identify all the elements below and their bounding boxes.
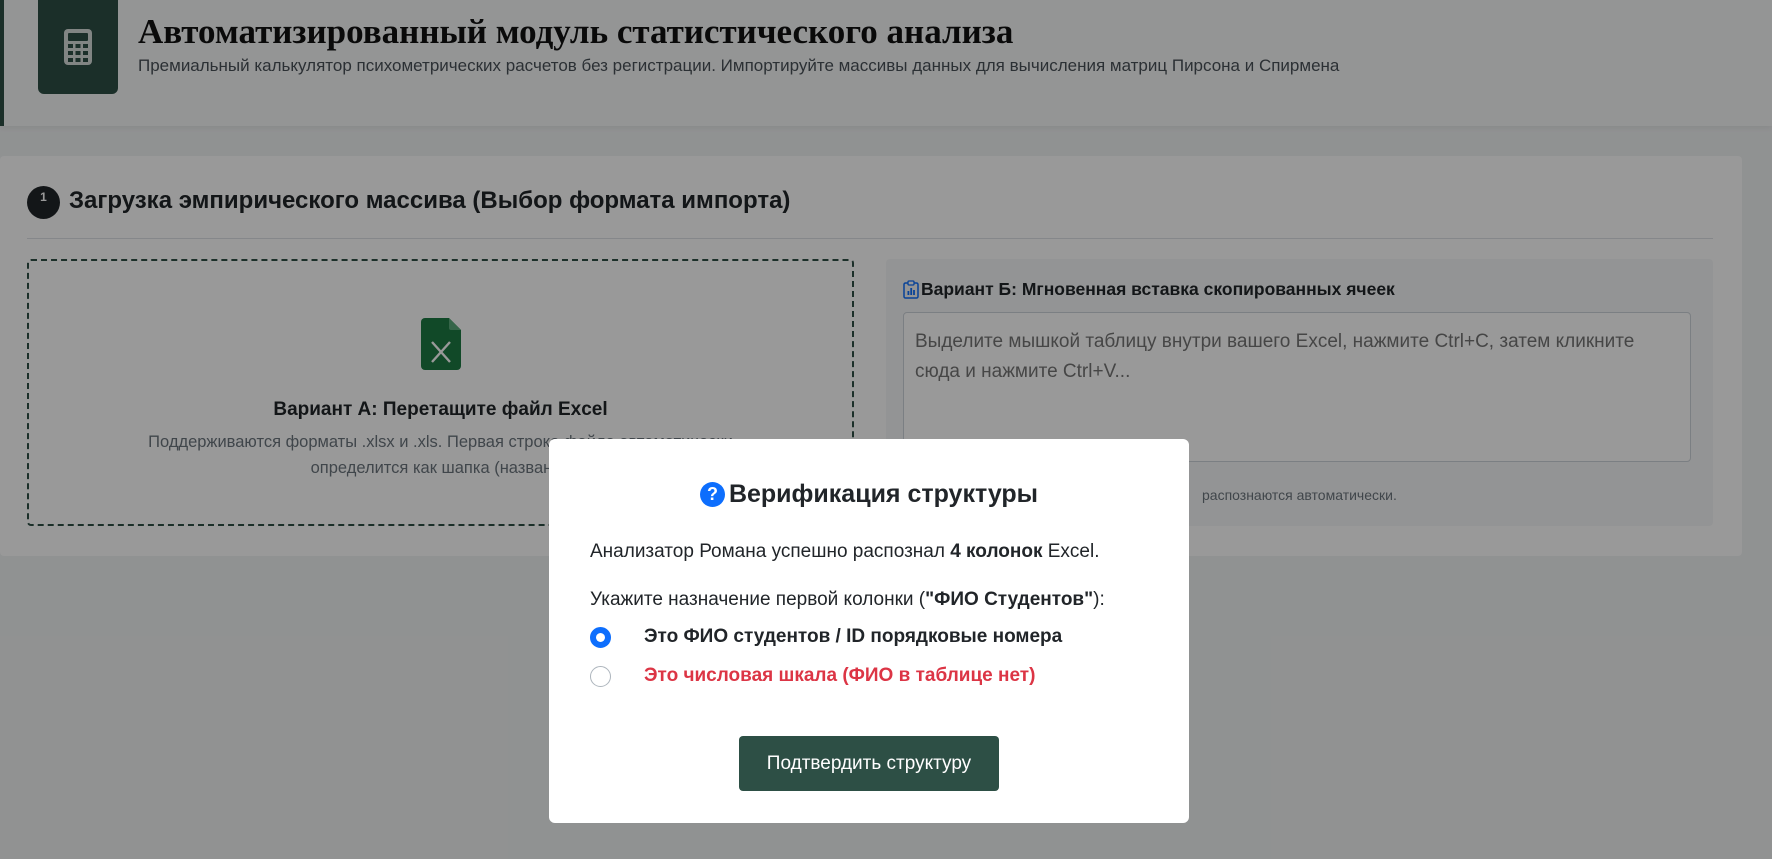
first-column-prompt-pre: Укажите назначение первой колонки ( bbox=[590, 589, 926, 610]
detection-message: Анализатор Романа успешно распознал 4 ко… bbox=[590, 541, 1100, 563]
radio-names-id[interactable] bbox=[590, 626, 611, 648]
modal-header: ? Верификация структуры bbox=[549, 480, 1189, 509]
first-column-prompt-post: ): bbox=[1093, 589, 1105, 610]
radio-names-id-label: Это ФИО студентов / ID порядковые номера bbox=[644, 626, 1063, 647]
confirm-structure-button[interactable]: Подтвердить структуру bbox=[739, 736, 999, 791]
detection-message-post: Excel. bbox=[1042, 541, 1100, 562]
detection-message-pre: Анализатор Романа успешно распознал bbox=[590, 541, 951, 562]
radio-numeric-scale[interactable] bbox=[590, 665, 611, 687]
first-column-name: "ФИО Студентов" bbox=[925, 589, 1094, 610]
structure-verification-modal: ? Верификация структуры Анализатор Роман… bbox=[549, 439, 1189, 823]
page: Автоматизированный модуль статистическог… bbox=[0, 0, 1772, 859]
option-numeric-scale[interactable]: Это числовая шкала (ФИО в таблице нет) bbox=[590, 664, 1035, 688]
modal-title: Верификация структуры bbox=[728, 480, 1039, 508]
first-column-prompt: Укажите назначение первой колонки ("ФИО … bbox=[590, 589, 1105, 611]
question-icon: ? bbox=[699, 482, 725, 507]
radio-numeric-scale-label: Это числовая шкала (ФИО в таблице нет) bbox=[644, 665, 1036, 686]
option-names-id[interactable]: Это ФИО студентов / ID порядковые номера bbox=[590, 625, 1062, 649]
column-count: 4 колонок bbox=[950, 541, 1043, 562]
